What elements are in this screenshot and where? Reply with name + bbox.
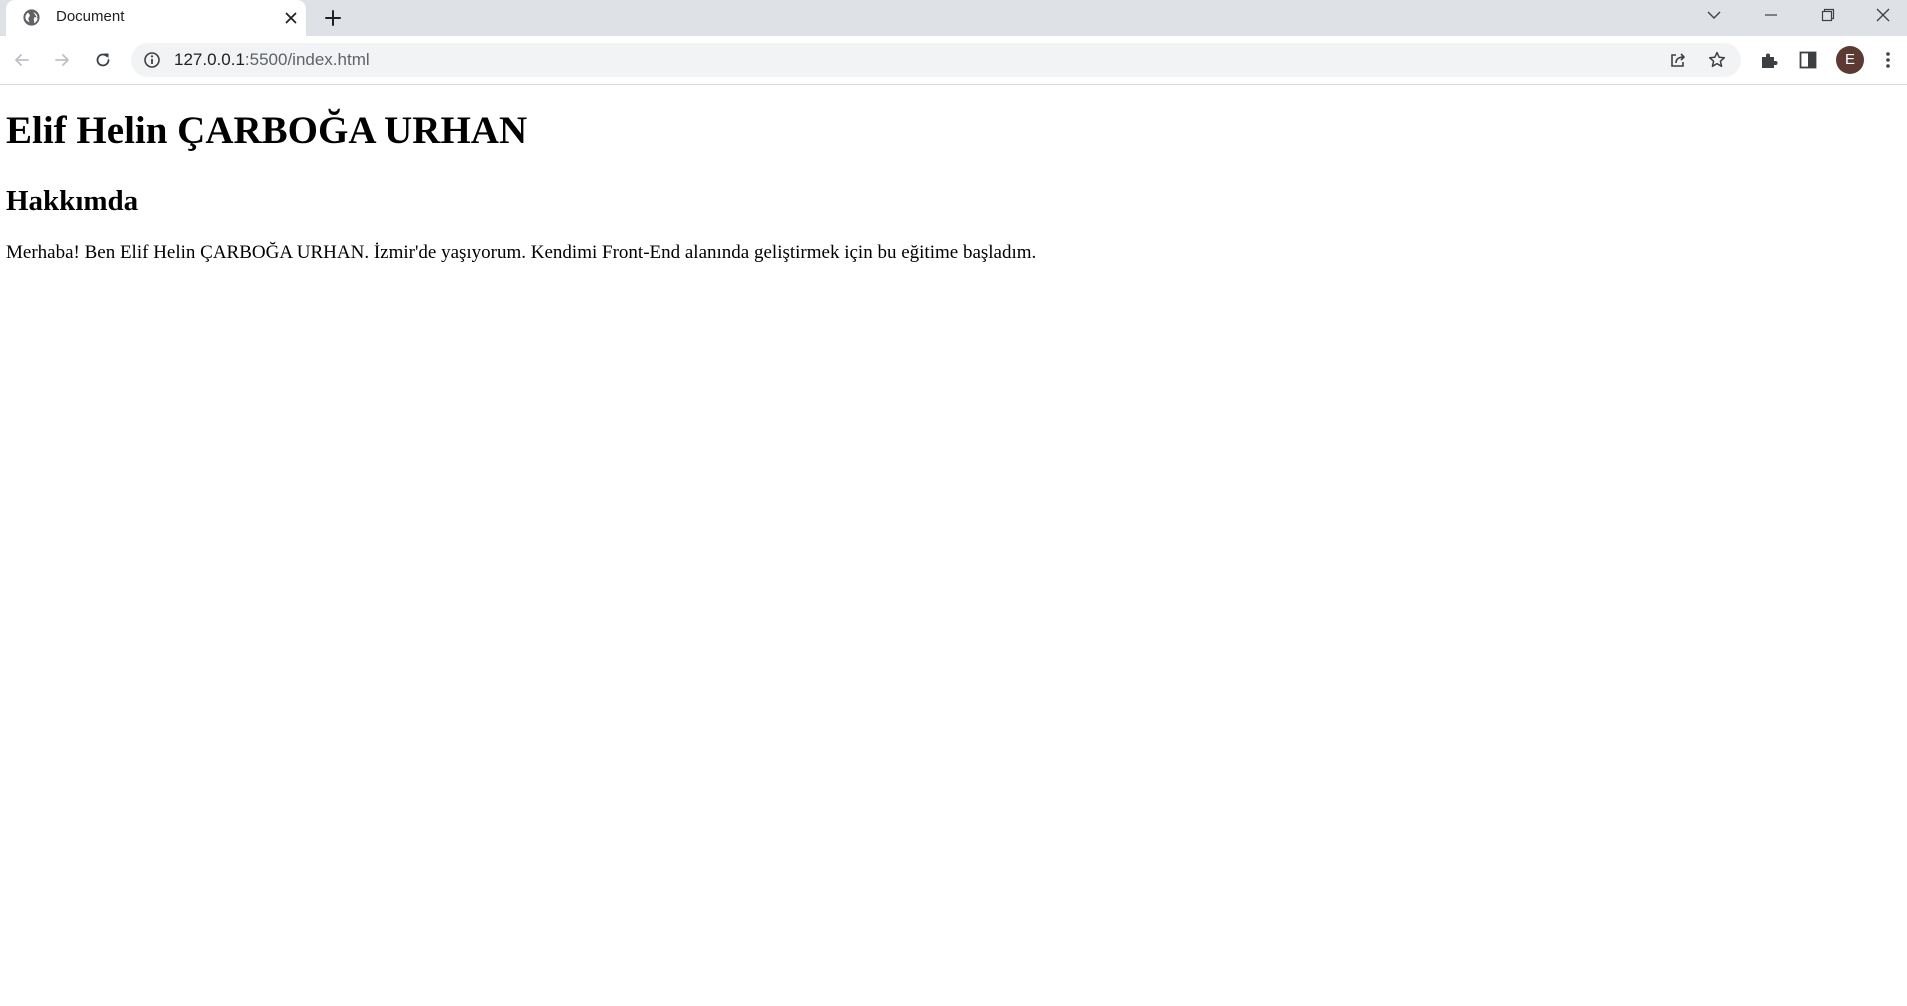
arrow-right-icon bbox=[55, 54, 69, 66]
tab-search-button[interactable] bbox=[1686, 0, 1742, 30]
star-icon[interactable] bbox=[1707, 50, 1727, 70]
address-url[interactable]: 127.0.0.1:5500/index.html bbox=[174, 51, 370, 69]
more-icon[interactable] bbox=[1877, 49, 1899, 71]
reload-button[interactable] bbox=[91, 48, 115, 72]
restore-icon bbox=[1821, 8, 1835, 22]
browser-chrome: Document 127.0.0.1:5500/index.html E bbox=[0, 0, 1907, 85]
section-title: Hakkımda bbox=[6, 185, 139, 217]
tab-strip: Document bbox=[0, 0, 1907, 36]
profile-avatar[interactable]: E bbox=[1836, 46, 1864, 74]
close-icon bbox=[1876, 8, 1889, 22]
share-icon[interactable] bbox=[1668, 50, 1688, 70]
url-path: :5500/index.html bbox=[244, 50, 370, 69]
close-window-button[interactable] bbox=[1858, 0, 1907, 30]
info-icon[interactable] bbox=[143, 51, 161, 69]
forward-button[interactable] bbox=[50, 48, 74, 72]
chevron-down-icon bbox=[1707, 11, 1721, 19]
tab-title: Document bbox=[56, 8, 125, 25]
url-host: 127.0.0.1 bbox=[174, 50, 245, 69]
about-paragraph: Merhaba! Ben Elif Helin ÇARBOĞA URHAN. İ… bbox=[6, 242, 1037, 263]
extensions-icon[interactable] bbox=[1758, 49, 1780, 71]
reload-icon bbox=[96, 53, 110, 67]
minimize-icon bbox=[1765, 14, 1777, 16]
back-button[interactable] bbox=[10, 48, 34, 72]
new-tab-icon[interactable] bbox=[322, 7, 344, 29]
close-icon[interactable] bbox=[282, 9, 300, 27]
minimize-button[interactable] bbox=[1743, 0, 1799, 30]
side-panel-icon[interactable] bbox=[1797, 49, 1819, 71]
globe-icon bbox=[23, 9, 40, 26]
arrow-left-icon bbox=[15, 54, 29, 66]
page-content: Elif Helin ÇARBOĞA URHAN Hakkımda Merhab… bbox=[0, 85, 1907, 1006]
browser-toolbar: 127.0.0.1:5500/index.html E bbox=[0, 36, 1907, 85]
tab-document[interactable]: Document bbox=[6, 0, 306, 36]
page-heading: Elif Helin ÇARBOĞA URHAN bbox=[6, 109, 528, 152]
restore-button[interactable] bbox=[1800, 0, 1856, 30]
address-bar[interactable]: 127.0.0.1:5500/index.html bbox=[131, 43, 1741, 77]
